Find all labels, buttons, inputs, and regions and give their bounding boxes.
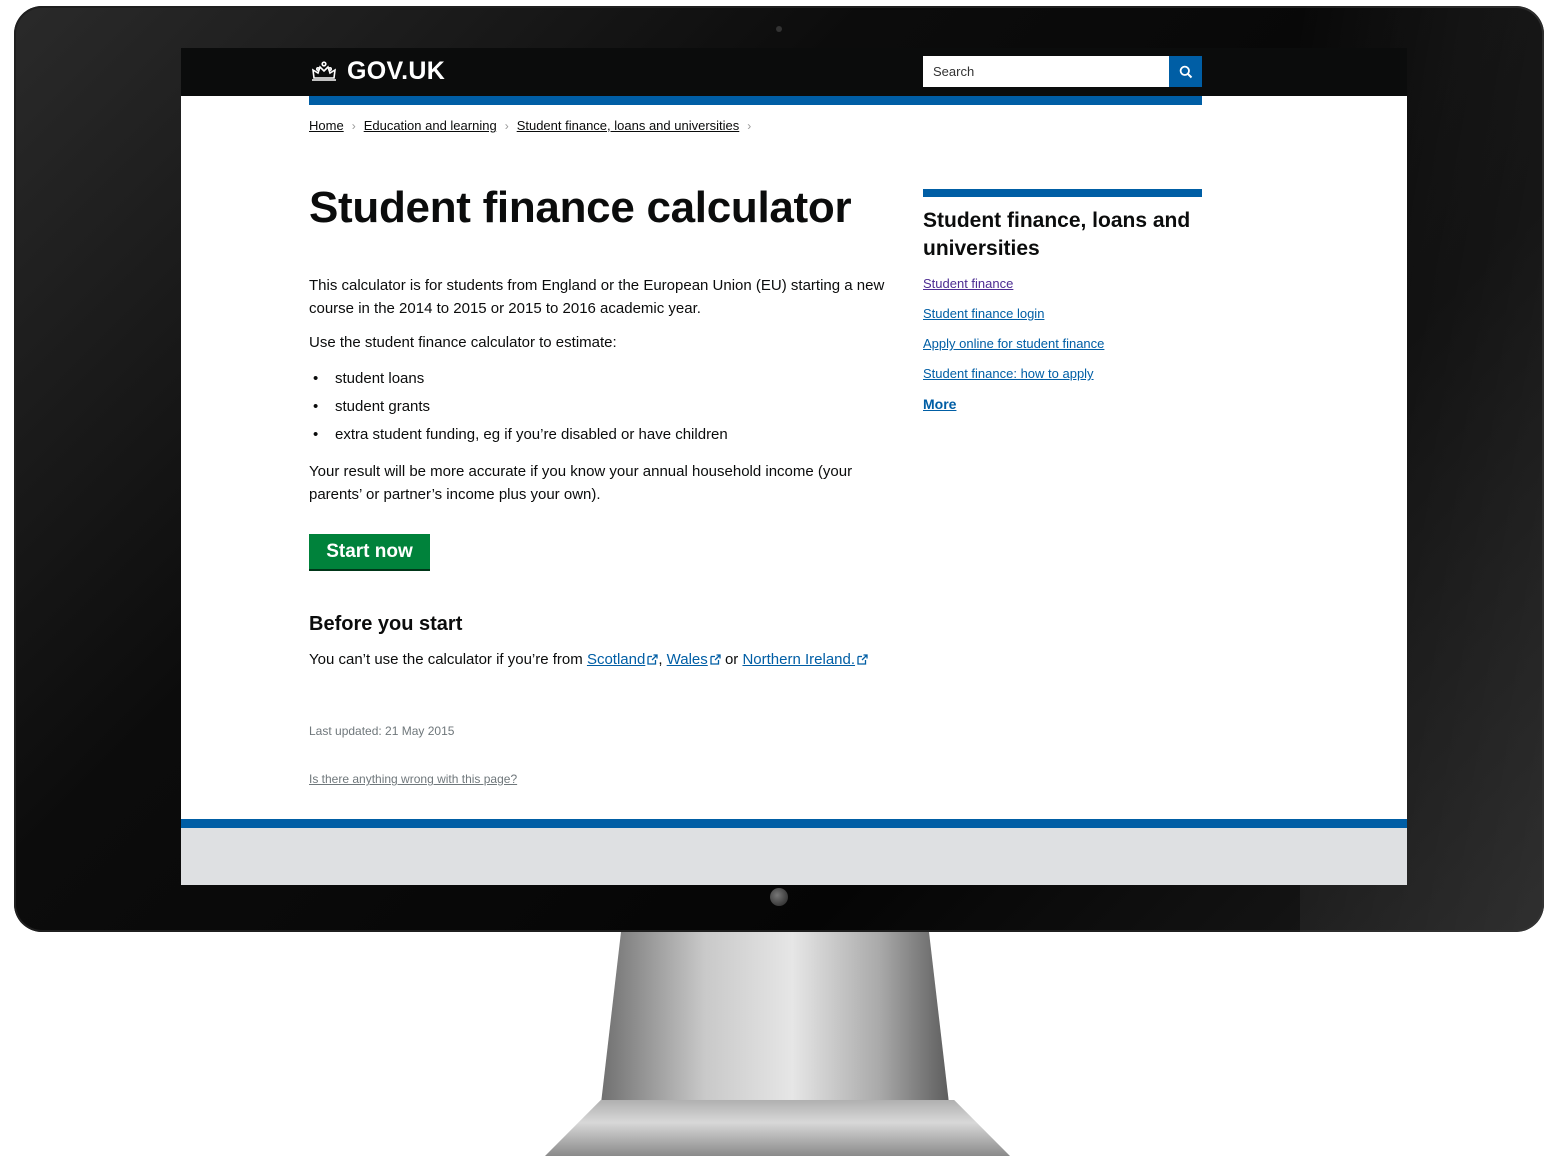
related-link-item: Apply online for student finance [923,336,1104,366]
search-button[interactable] [1169,56,1202,87]
scotland-link-label: Scotland [586,651,646,668]
monitor-stand [600,932,950,1112]
breadcrumb-separator: › [747,118,752,133]
footer [181,828,1407,885]
wales-link[interactable]: Wales [667,651,721,668]
monitor-stand-base [545,1100,1010,1156]
estimate-list: student loans student grants extra stude… [309,368,728,452]
income-note: Your result will be more accurate if you… [309,463,853,503]
breadcrumb-separator: › [504,118,509,133]
camera-dot [776,26,782,32]
related-link-student-finance[interactable]: Student finance [923,276,1013,291]
related-link-item: Student finance [923,276,1104,306]
related-links: Student finance Student finance login Ap… [923,276,1104,396]
before-you-start-text: You can’t use the calculator if you’re f… [309,648,884,671]
breadcrumb: Home › Education and learning › Student … [309,118,759,133]
page-title: Student finance calculator [309,183,852,232]
breadcrumb-home[interactable]: Home [309,118,344,133]
external-link-icon [857,654,868,665]
site-search [923,56,1202,87]
separator-comma: , [658,651,667,668]
browser-screen: GOV.UK Home › Education and learning › S… [181,48,1407,885]
header-blue-line [309,96,1202,105]
list-item: extra student funding, eg if you’re disa… [309,424,728,452]
last-updated: Last updated: 21 May 2015 [309,724,455,738]
scotland-link[interactable]: Scotland [587,651,658,668]
related-link-apply-online[interactable]: Apply online for student finance [923,336,1104,351]
breadcrumb-separator: › [351,118,356,133]
before-you-start-heading: Before you start [309,613,463,635]
sidebar-heading: Student finance, loans and universities [923,209,1191,260]
sidebar-top-rule [923,189,1202,197]
external-link-icon [710,654,721,665]
northern-ireland-link-label: Northern Ireland. [742,651,856,668]
govuk-logo-link[interactable]: GOV.UK [309,57,445,86]
separator-or: or [720,651,743,668]
breadcrumb-education[interactable]: Education and learning [364,118,497,133]
related-link-item: Student finance: how to apply [923,366,1104,396]
breadcrumb-student-finance[interactable]: Student finance, loans and universities [517,118,740,133]
start-now-button[interactable]: Start now [309,534,430,571]
before-text-prefix: You can’t use the calculator if you’re f… [309,651,587,668]
external-link-icon [647,654,658,665]
related-more-link[interactable]: More [923,396,956,412]
search-icon [1179,65,1192,78]
search-input[interactable] [923,56,1169,87]
estimate-lead: Use the student finance calculator to es… [309,334,617,351]
crown-icon [312,60,336,81]
intro-paragraph: This calculator is for students from Eng… [309,277,885,317]
northern-ireland-link[interactable]: Northern Ireland. [742,651,868,668]
wales-link-label: Wales [666,651,708,668]
related-link-item: Student finance login [923,306,1104,336]
list-item: student loans [309,368,728,396]
related-link-how-to-apply[interactable]: Student finance: how to apply [923,366,1094,381]
govuk-logo-text: GOV.UK [347,57,446,85]
related-link-student-finance-login[interactable]: Student finance login [923,306,1044,321]
apple-logo-icon [770,888,788,906]
footer-blue-line [181,819,1407,828]
report-problem-link[interactable]: Is there anything wrong with this page? [309,772,517,786]
list-item: student grants [309,396,728,424]
